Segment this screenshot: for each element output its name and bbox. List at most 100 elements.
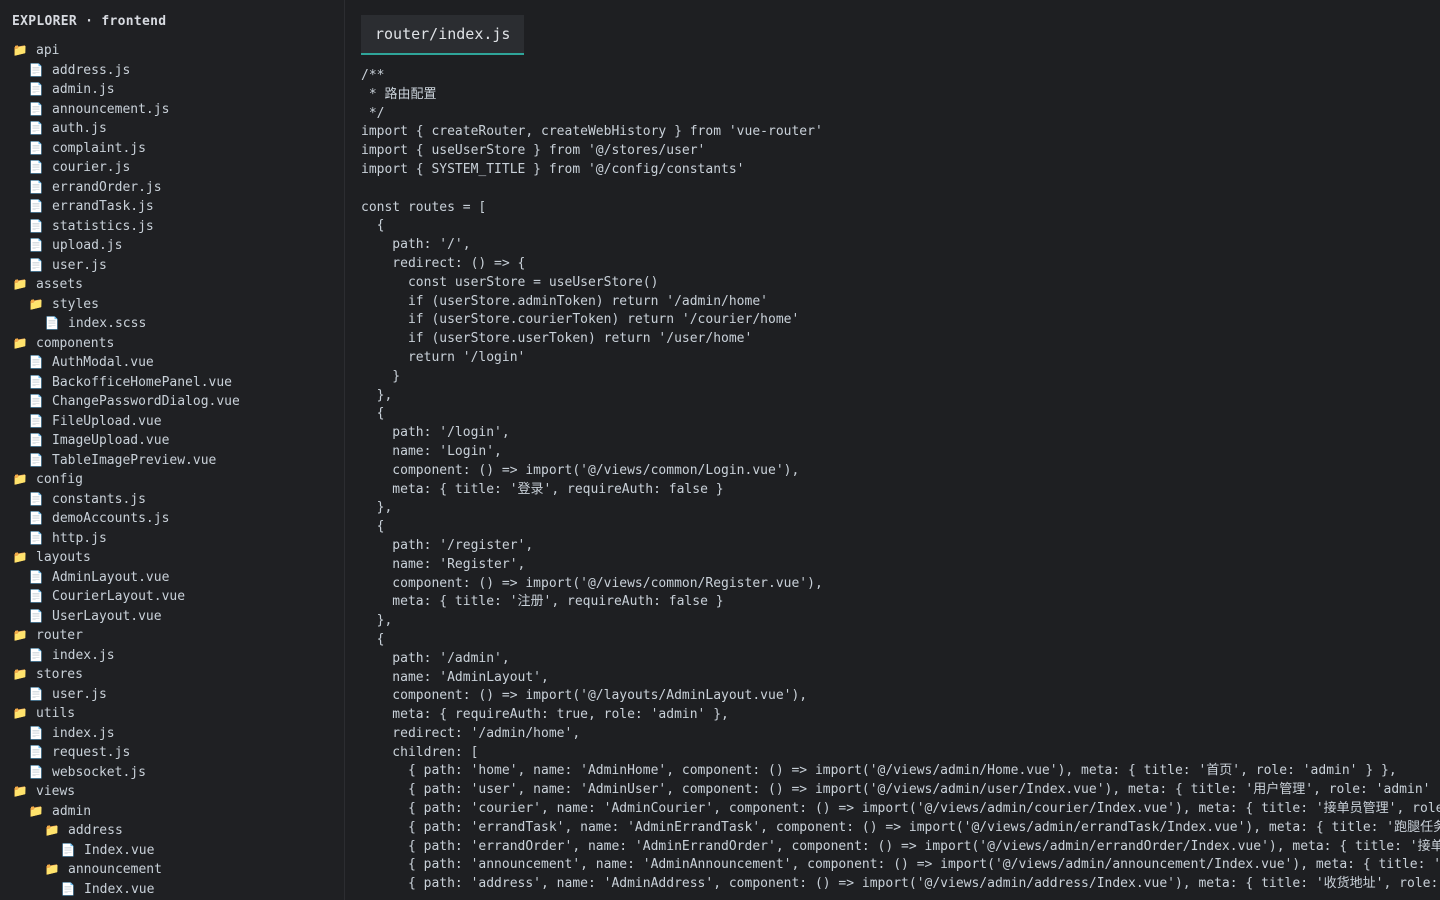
code-line: /** bbox=[361, 68, 385, 83]
tree-file[interactable]: 📄 user.js bbox=[12, 256, 344, 276]
tree-file[interactable]: 📄 AdminLayout.vue bbox=[12, 568, 344, 588]
code-line: name: 'AdminLayout', bbox=[361, 669, 549, 685]
tree-file[interactable]: 📄 admin.js bbox=[12, 80, 344, 100]
tree-file[interactable]: 📄 errandTask.js bbox=[12, 197, 344, 217]
tree-folder[interactable]: 📁 views bbox=[12, 782, 344, 802]
tree-folder[interactable]: 📁 address bbox=[12, 821, 344, 841]
tree-file[interactable]: 📄 user.js bbox=[12, 685, 344, 705]
tree-item-label: components bbox=[36, 335, 115, 351]
tree-file[interactable]: 📄 BackofficeHomePanel.vue bbox=[12, 373, 344, 393]
file-icon: 📄 bbox=[28, 491, 44, 506]
tree-file[interactable]: 📄 TableImagePreview.vue bbox=[12, 451, 344, 471]
file-icon: 📄 bbox=[28, 745, 44, 759]
tree-folder[interactable]: 📁 announcement bbox=[12, 860, 344, 880]
code-line: path: '/', bbox=[361, 237, 471, 253]
tree-item-label: Index.vue bbox=[84, 842, 155, 858]
file-icon: 📄 bbox=[28, 569, 44, 584]
tree-file[interactable]: 📄 FileUpload.vue bbox=[12, 412, 344, 432]
tree-file[interactable]: 📄 upload.js bbox=[12, 236, 344, 256]
tree-file[interactable]: 📄 auth.js bbox=[12, 119, 344, 139]
tree-folder[interactable]: 📁 styles bbox=[12, 295, 344, 315]
code-line: { path: 'courier', name: 'AdminCourier',… bbox=[361, 801, 1440, 817]
code-line: meta: { title: '注册', requireAuth: false … bbox=[361, 594, 724, 610]
tree-item-label: assets bbox=[36, 277, 83, 292]
tree-folder[interactable]: 📁 api bbox=[12, 41, 344, 61]
tree-file[interactable]: 📄 statistics.js bbox=[12, 217, 344, 237]
tree-file[interactable]: 📄 demoAccounts.js bbox=[12, 509, 344, 529]
tree-item-label: announcement bbox=[68, 862, 162, 877]
tree-item-label: config bbox=[36, 472, 83, 487]
folder-icon: 📁 bbox=[12, 472, 28, 486]
tree-file[interactable]: 📄 request.js bbox=[12, 743, 344, 763]
code-line: import { useUserStore } from '@/stores/u… bbox=[361, 143, 706, 159]
code-line: import { SYSTEM_TITLE } from '@/config/c… bbox=[361, 161, 745, 177]
tree-file[interactable]: 📄 complaint.js bbox=[12, 139, 344, 159]
tree-file[interactable]: 📄 http.js bbox=[12, 529, 344, 549]
tree-file[interactable]: 📄 constants.js bbox=[12, 490, 344, 510]
tree-folder[interactable]: 📁 config bbox=[12, 470, 344, 490]
file-icon: 📄 bbox=[28, 140, 44, 155]
tree-file[interactable]: 📄 index.js bbox=[12, 724, 344, 744]
tree-item-label: utils bbox=[36, 706, 76, 721]
tree-file[interactable]: 📄 address.js bbox=[12, 61, 344, 81]
editor-tabs: router/index.js bbox=[361, 0, 1440, 55]
tree-folder[interactable]: 📁 admin bbox=[12, 802, 344, 822]
folder-icon: 📁 bbox=[12, 784, 28, 798]
folder-icon: 📁 bbox=[12, 335, 28, 350]
folder-icon: 📁 bbox=[12, 43, 28, 57]
tab-router-index-js[interactable]: router/index.js bbox=[361, 15, 525, 55]
tree-file[interactable]: 📄 websocket.js bbox=[12, 763, 344, 783]
file-icon: 📄 bbox=[60, 842, 76, 857]
tree-file[interactable]: 📄 errandOrder.js bbox=[12, 178, 344, 198]
tree-item-label: BackofficeHomePanel.vue bbox=[52, 374, 233, 390]
tree-file[interactable]: 📄 index.scss bbox=[12, 314, 344, 334]
tree-folder[interactable]: 📁 components bbox=[12, 334, 344, 354]
tree-file[interactable]: 📄 courier.js bbox=[12, 158, 344, 178]
tree-file[interactable]: 📄 AuthModal.vue bbox=[12, 353, 344, 373]
code-line: import { createRouter, createWebHistory … bbox=[361, 124, 823, 140]
code-line: { path: 'announcement', name: 'AdminAnno… bbox=[361, 857, 1440, 873]
tree-file[interactable]: 📄 CourierLayout.vue bbox=[12, 587, 344, 607]
folder-icon: 📁 bbox=[12, 706, 28, 720]
code-line: if (userStore.userToken) return '/user/h… bbox=[361, 331, 753, 347]
tree-file[interactable]: 📄 UserLayout.vue bbox=[12, 607, 344, 627]
tree-folder[interactable]: 📁 utils bbox=[12, 704, 344, 724]
folder-icon: 📁 bbox=[44, 823, 60, 837]
code-line: { path: 'errandTask', name: 'AdminErrand… bbox=[361, 819, 1440, 835]
code-view[interactable]: /** * 路由配置 */ import { createRouter, crea… bbox=[361, 67, 1440, 894]
explorer-title: EXPLORER · frontend bbox=[12, 14, 167, 29]
code-line: component: () => import('@/views/common/… bbox=[361, 575, 823, 591]
tree-item-label: announcement.js bbox=[52, 101, 170, 117]
file-icon: 📄 bbox=[28, 394, 44, 408]
code-line: { bbox=[361, 519, 385, 535]
code-line: }, bbox=[361, 613, 393, 629]
tree-item-label: user.js bbox=[52, 686, 107, 702]
tree-file[interactable]: 📄 Index.vue bbox=[12, 880, 344, 900]
tree-folder[interactable]: 📁 layouts bbox=[12, 548, 344, 568]
file-icon: 📄 bbox=[28, 62, 44, 77]
tree-file[interactable]: 📄 ImageUpload.vue bbox=[12, 431, 344, 451]
tree-file[interactable]: 📄 announcement.js bbox=[12, 100, 344, 120]
file-icon: 📄 bbox=[28, 218, 44, 233]
tree-file[interactable]: 📄 index.js bbox=[12, 646, 344, 666]
folder-icon: 📁 bbox=[12, 628, 28, 642]
tree-folder[interactable]: 📁 assets bbox=[12, 275, 344, 295]
file-icon: 📄 bbox=[60, 881, 76, 896]
tree-file[interactable]: 📄 Index.vue bbox=[12, 841, 344, 861]
tree-folder[interactable]: 📁 stores bbox=[12, 665, 344, 685]
tree-file[interactable]: 📄 ChangePasswordDialog.vue bbox=[12, 392, 344, 412]
tree-item-label: courier.js bbox=[52, 160, 131, 175]
file-icon: 📄 bbox=[28, 82, 44, 96]
code-line: return '/login' bbox=[361, 349, 526, 365]
tree-item-label: UserLayout.vue bbox=[52, 608, 162, 624]
tree-folder[interactable]: 📁 router bbox=[12, 626, 344, 646]
tree-item-label: request.js bbox=[52, 745, 131, 760]
tree-item-label: TableImagePreview.vue bbox=[52, 452, 217, 468]
tree-item-label: address bbox=[68, 823, 123, 838]
tree-item-label: stores bbox=[36, 667, 83, 682]
code-line: path: '/admin', bbox=[361, 650, 510, 666]
code-line: { bbox=[361, 406, 385, 422]
code-line: name: 'Register', bbox=[361, 556, 526, 572]
file-icon: 📄 bbox=[28, 530, 44, 545]
